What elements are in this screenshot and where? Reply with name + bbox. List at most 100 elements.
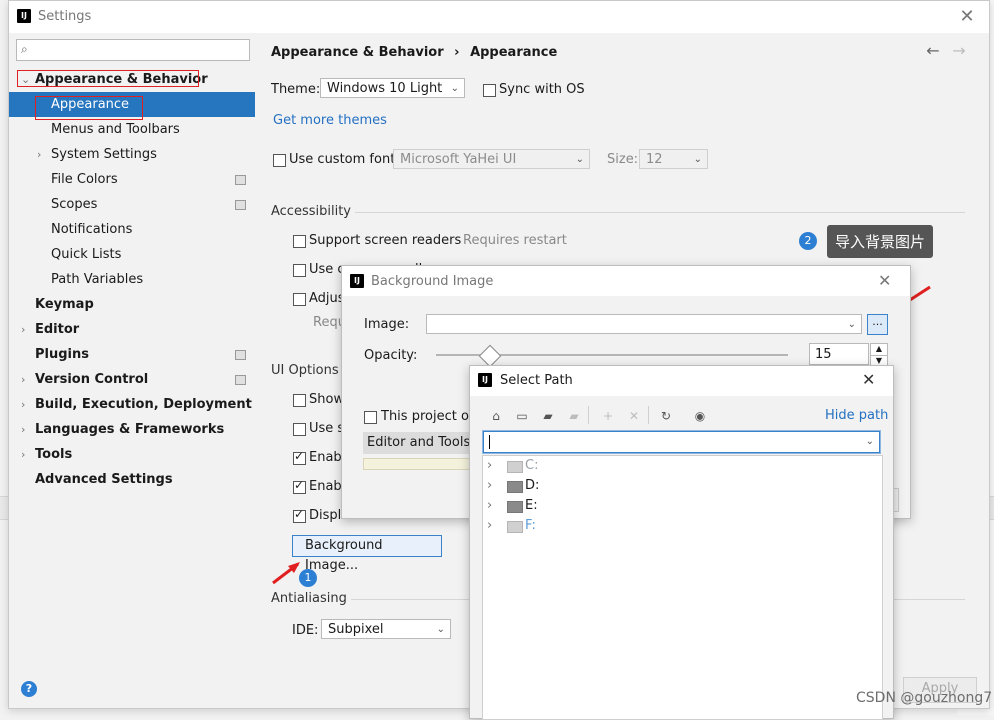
sidebar-item-version-control[interactable]: › Version Control bbox=[9, 367, 255, 392]
sidebar-item-file-colors[interactable]: File Colors bbox=[9, 167, 255, 192]
annotation-highlight-box bbox=[17, 70, 199, 87]
ui-options-heading: UI Options bbox=[271, 363, 339, 378]
close-icon[interactable]: ✕ bbox=[955, 5, 979, 29]
option-enable2-checkbox[interactable] bbox=[293, 478, 306, 494]
hide-path-link[interactable]: Hide path bbox=[825, 408, 888, 423]
sidebar-item-label: Languages & Frameworks bbox=[35, 422, 225, 437]
contrast-checkbox[interactable] bbox=[293, 264, 306, 277]
search-input[interactable]: ⌕ bbox=[16, 39, 250, 61]
sidebar-item-plugins[interactable]: Plugins bbox=[9, 342, 255, 367]
sidebar-item-label: Keymap bbox=[35, 297, 94, 312]
theme-label: Theme: bbox=[271, 82, 321, 97]
ide-value: Subpixel bbox=[328, 622, 384, 637]
sidebar-item-languages-frameworks[interactable]: › Languages & Frameworks bbox=[9, 417, 255, 442]
sidebar-item-keymap[interactable]: Keymap bbox=[9, 292, 255, 317]
sync-os-checkbox[interactable] bbox=[483, 84, 496, 97]
toolbar-separator bbox=[588, 406, 589, 424]
tree-item-drive-f[interactable]: › F: bbox=[483, 516, 882, 536]
app-logo-icon: IJ bbox=[17, 9, 31, 23]
opacity-slider-thumb[interactable] bbox=[478, 344, 502, 368]
theme-value: Windows 10 Light bbox=[327, 81, 443, 96]
sidebar-item-menus-toolbars[interactable]: Menus and Toolbars bbox=[9, 117, 255, 142]
editor-tools-tab[interactable]: Editor and Tools I bbox=[363, 432, 477, 454]
chevron-right-icon: › bbox=[21, 423, 26, 436]
option-enable1-label: Enabl bbox=[309, 450, 346, 465]
sidebar-item-path-variables[interactable]: Path Variables bbox=[9, 267, 255, 292]
file-tree: › C: › D: › E: › F: bbox=[482, 455, 883, 720]
new-folder-icon[interactable]: + bbox=[600, 408, 616, 424]
close-icon[interactable]: ✕ bbox=[862, 370, 875, 389]
sidebar-item-scopes[interactable]: Scopes bbox=[9, 192, 255, 217]
sidebar-item-system-settings[interactable]: › System Settings bbox=[9, 142, 255, 167]
module-folder-icon[interactable]: ▰ bbox=[566, 408, 582, 424]
ide-label: IDE: bbox=[292, 623, 319, 638]
sidebar-item-label: Plugins bbox=[35, 347, 89, 362]
get-more-themes-link[interactable]: Get more themes bbox=[273, 113, 387, 128]
option-enable1-checkbox[interactable] bbox=[293, 449, 306, 465]
opacity-spinner[interactable]: 15 bbox=[809, 343, 869, 365]
theme-select[interactable]: Windows 10 Light ⌄ bbox=[320, 78, 465, 98]
drive-folder-icon bbox=[507, 461, 523, 473]
sidebar-item-label: Notifications bbox=[51, 222, 133, 237]
path-input[interactable]: ⌄ bbox=[483, 431, 880, 453]
refresh-icon[interactable]: ↻ bbox=[658, 408, 674, 424]
sidebar-item-notifications[interactable]: Notifications bbox=[9, 217, 255, 242]
back-arrow-icon[interactable]: ← bbox=[923, 41, 943, 61]
chevron-right-icon: › bbox=[487, 498, 493, 513]
breadcrumb-parent[interactable]: Appearance & Behavior bbox=[271, 45, 444, 60]
sidebar-item-tools[interactable]: › Tools bbox=[9, 442, 255, 467]
tree-item-drive-c[interactable]: › C: bbox=[483, 456, 882, 476]
accessibility-heading: Accessibility bbox=[271, 204, 351, 219]
image-label: Image: bbox=[364, 317, 410, 332]
delete-icon[interactable]: ✕ bbox=[626, 408, 642, 424]
select-path-dialog: IJ Select Path ✕ ⌂ ▭ ▰ ▰ + ✕ ↻ ◉ Hide pa… bbox=[469, 365, 894, 720]
sidebar-item-editor[interactable]: › Editor bbox=[9, 317, 255, 342]
custom-font-checkbox[interactable] bbox=[273, 154, 286, 167]
background-image-button[interactable]: Background Image... bbox=[292, 535, 442, 573]
sidebar-item-quick-lists[interactable]: Quick Lists bbox=[9, 242, 255, 267]
size-label: Size: bbox=[607, 152, 639, 167]
home-icon[interactable]: ⌂ bbox=[488, 408, 504, 424]
settings-sidebar: ⌕ ⌄ Appearance & Behavior Appearance Men… bbox=[9, 33, 255, 708]
sync-os-label: Sync with OS bbox=[499, 82, 585, 97]
option-use-label: Use s bbox=[309, 421, 345, 436]
tree-item-drive-e[interactable]: › E: bbox=[483, 496, 882, 516]
close-icon[interactable]: ✕ bbox=[878, 271, 891, 290]
chevron-right-icon: › bbox=[21, 373, 26, 386]
this-project-label: This project on bbox=[381, 409, 478, 424]
adjust-label: Adjus bbox=[309, 291, 345, 306]
chevron-right-icon: › bbox=[37, 148, 42, 161]
font-select[interactable]: Microsoft YaHei UI ⌄ bbox=[393, 149, 590, 169]
size-select[interactable]: 12 ⌄ bbox=[639, 149, 708, 169]
preview-area bbox=[363, 458, 475, 470]
sidebar-item-advanced-settings[interactable]: Advanced Settings bbox=[9, 467, 255, 492]
desktop-icon[interactable]: ▭ bbox=[514, 408, 530, 424]
help-icon[interactable]: ? bbox=[21, 681, 37, 697]
chevron-right-icon: › bbox=[487, 518, 493, 533]
import-background-tooltip: 导入背景图片 bbox=[827, 225, 934, 258]
this-project-checkbox[interactable] bbox=[364, 411, 377, 424]
sidebar-item-label: File Colors bbox=[51, 172, 118, 187]
chevron-down-icon: ⌄ bbox=[436, 624, 445, 635]
adjust-checkbox[interactable] bbox=[293, 293, 306, 306]
image-path-select[interactable]: ⌄ bbox=[426, 314, 862, 334]
drive-folder-icon bbox=[507, 501, 523, 513]
tree-item-drive-d[interactable]: › D: bbox=[483, 476, 882, 496]
browse-button[interactable]: ... bbox=[867, 314, 888, 335]
sidebar-item-label: Path Variables bbox=[51, 272, 144, 287]
show-hidden-icon[interactable]: ◉ bbox=[692, 408, 708, 424]
drive-label: E: bbox=[525, 498, 538, 513]
drive-label: F: bbox=[525, 518, 536, 533]
sidebar-item-build-execution[interactable]: › Build, Execution, Deployment bbox=[9, 392, 255, 417]
option-use-checkbox[interactable] bbox=[293, 423, 306, 436]
search-icon: ⌕ bbox=[21, 42, 28, 56]
ide-antialiasing-select[interactable]: Subpixel ⌄ bbox=[321, 619, 451, 639]
drive-folder-icon bbox=[507, 481, 523, 493]
option-display-checkbox[interactable] bbox=[293, 507, 306, 523]
project-folder-icon[interactable]: ▰ bbox=[540, 408, 556, 424]
option-show-checkbox[interactable] bbox=[293, 394, 306, 407]
forward-arrow-icon[interactable]: → bbox=[949, 41, 969, 61]
watermark-text: CSDN @gouzhong7 bbox=[856, 690, 993, 706]
sidebar-item-label: Menus and Toolbars bbox=[51, 122, 180, 137]
screen-readers-checkbox[interactable] bbox=[293, 235, 306, 248]
